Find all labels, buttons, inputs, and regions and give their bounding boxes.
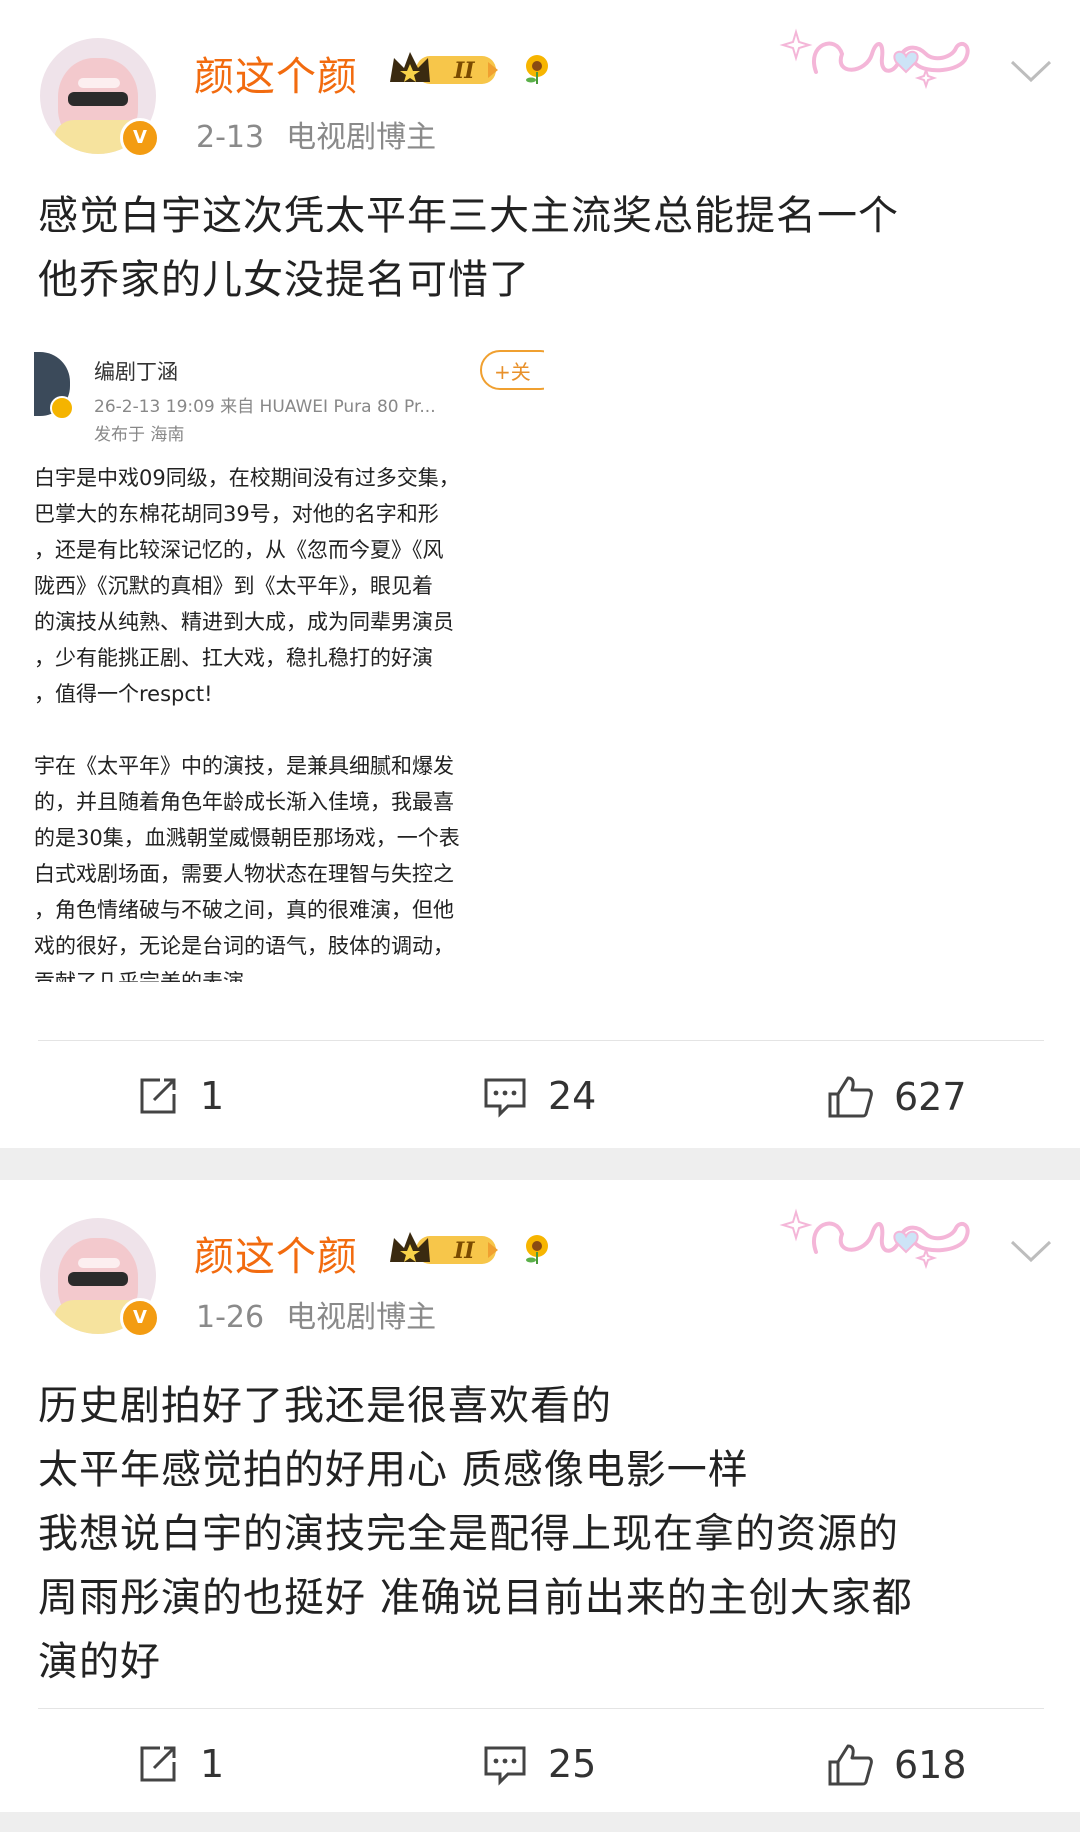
comment-button[interactable]: 24 [482, 1074, 596, 1118]
verified-badge-icon: V [120, 1298, 160, 1338]
embedded-line: 的演技从纯熟、精进到大成，成为同辈男演员 [34, 610, 454, 634]
repost-icon [140, 1078, 176, 1114]
post-time: 2-13 [196, 120, 265, 155]
repost-button[interactable]: 1 [136, 1074, 224, 1118]
embedded-meta: 26-2-13 19:09 来自 HUAWEI Pura 80 Pr... [94, 397, 436, 417]
content-line: 我想说白宇的演技完全是配得上现在拿的资源的 [38, 1511, 899, 1557]
divider [38, 1708, 1044, 1709]
love-decoration-icon [779, 28, 970, 90]
embedded-follow-button: +关 [480, 350, 544, 390]
chevron-down-icon[interactable] [1008, 56, 1054, 86]
repost-count: 1 [200, 1074, 225, 1118]
embedded-line: ，还是有比较深记忆的，从《忽而今夏》《风 [34, 538, 444, 562]
embedded-line: ，少有能挑正剧、扛大戏，稳扎稳打的好演 [34, 646, 433, 670]
content-line: 周雨彤演的也挺好 准确说目前出来的主创大家都 [38, 1575, 913, 1621]
repost-icon [140, 1746, 176, 1782]
embedded-author: 编剧丁涵 [94, 360, 178, 384]
embedded-line: 戏的很好，无论是台词的语气，肢体的调动， [34, 934, 454, 958]
post-card: V 颜这个颜 II 1-26 电视剧博主 历史剧拍好了我还是很喜欢看的 太平年感觉… [0, 1180, 1080, 1812]
embedded-line [34, 712, 544, 748]
chevron-down-icon[interactable] [1008, 1236, 1054, 1266]
content-line: 太平年感觉拍的好用心 质感像电影一样 [38, 1447, 749, 1493]
like-button[interactable]: 627 [826, 1074, 967, 1120]
embedded-line: 贡献了几乎完美的表演...... [34, 970, 285, 982]
comment-count: 24 [548, 1074, 597, 1118]
embedded-line: 巴掌大的东棉花胡同39号，对他的名字和形 [34, 502, 439, 526]
post-time: 1-26 [196, 1300, 265, 1335]
embedded-line: ，值得一个respct! [34, 682, 213, 706]
embedded-screenshot[interactable]: 编剧丁涵 26-2-13 19:09 来自 HUAWEI Pura 80 Pr.… [34, 342, 544, 982]
embedded-verified-icon [50, 396, 74, 420]
divider [38, 1040, 1044, 1041]
embedded-line: 的，并且随着角色年龄成长渐入佳境，我最喜 [34, 790, 454, 814]
post-content: 感觉白宇这次凭太平年三大主流奖总能提名一个 他乔家的儿女没提名可惜了 [38, 184, 1048, 312]
content-line: 历史剧拍好了我还是很喜欢看的 [38, 1383, 612, 1429]
embedded-line: ，角色情绪破与不破之间，真的很难演，但他 [34, 898, 454, 922]
post-content: 历史剧拍好了我还是很喜欢看的 太平年感觉拍的好用心 质感像电影一样 我想说白宇的… [38, 1374, 1048, 1694]
author-tag: 电视剧博主 [286, 120, 437, 155]
embedded-line: 宇在《太平年》中的演技，是兼具细腻和爆发 [34, 754, 454, 778]
embedded-line: 的是30集，血溅朝堂威慑朝臣那场戏，一个表 [34, 826, 460, 850]
like-icon [828, 1076, 873, 1118]
svg-text:II: II [453, 1238, 475, 1264]
embedded-body: 白宇是中戏09同级，在校期间没有过多交集， 巴掌大的东棉花胡同39号，对他的名字… [34, 460, 544, 982]
sunflower-icon [526, 1235, 548, 1264]
verified-badge-icon: V [120, 118, 160, 158]
comment-icon [484, 1078, 526, 1118]
repost-button[interactable]: 1 [136, 1742, 224, 1786]
author-name[interactable]: 颜这个颜 [194, 1224, 358, 1282]
repost-count: 1 [200, 1742, 225, 1786]
love-decoration-icon [779, 1208, 970, 1270]
post-meta: 2-13 电视剧博主 [196, 112, 436, 156]
embedded-line: 白宇是中戏09同级，在校期间没有过多交集， [34, 466, 460, 490]
content-line: 演的好 [38, 1639, 161, 1685]
content-line: 他乔家的儿女没提名可惜了 [38, 257, 530, 303]
embedded-line: 陇西》《沉默的真相》到《太平年》，眼见着 [34, 574, 433, 598]
post-meta: 1-26 电视剧博主 [196, 1292, 436, 1336]
like-count: 627 [894, 1075, 967, 1119]
like-icon [828, 1744, 873, 1786]
embedded-line: 白式戏剧场面，需要人物状态在理智与失控之 [34, 862, 454, 886]
like-count: 618 [894, 1743, 967, 1787]
content-line: 感觉白宇这次凭太平年三大主流奖总能提名一个 [38, 193, 899, 239]
svg-text:II: II [453, 58, 475, 84]
author-name[interactable]: 颜这个颜 [194, 44, 358, 102]
embedded-location: 发布于 海南 [94, 425, 185, 445]
comment-icon [484, 1746, 526, 1786]
post-card: V 颜这个颜 II 2-13 电视剧博主 感觉白宇这次凭太平年三大主流奖总能提名一… [0, 0, 1080, 1148]
comment-button[interactable]: 25 [482, 1742, 596, 1786]
like-button[interactable]: 618 [826, 1742, 967, 1788]
crown-badge-icon[interactable]: II [388, 1228, 502, 1270]
sunflower-icon [526, 55, 548, 84]
comment-count: 25 [548, 1742, 597, 1786]
author-tag: 电视剧博主 [286, 1300, 437, 1335]
crown-badge-icon[interactable]: II [388, 48, 502, 90]
